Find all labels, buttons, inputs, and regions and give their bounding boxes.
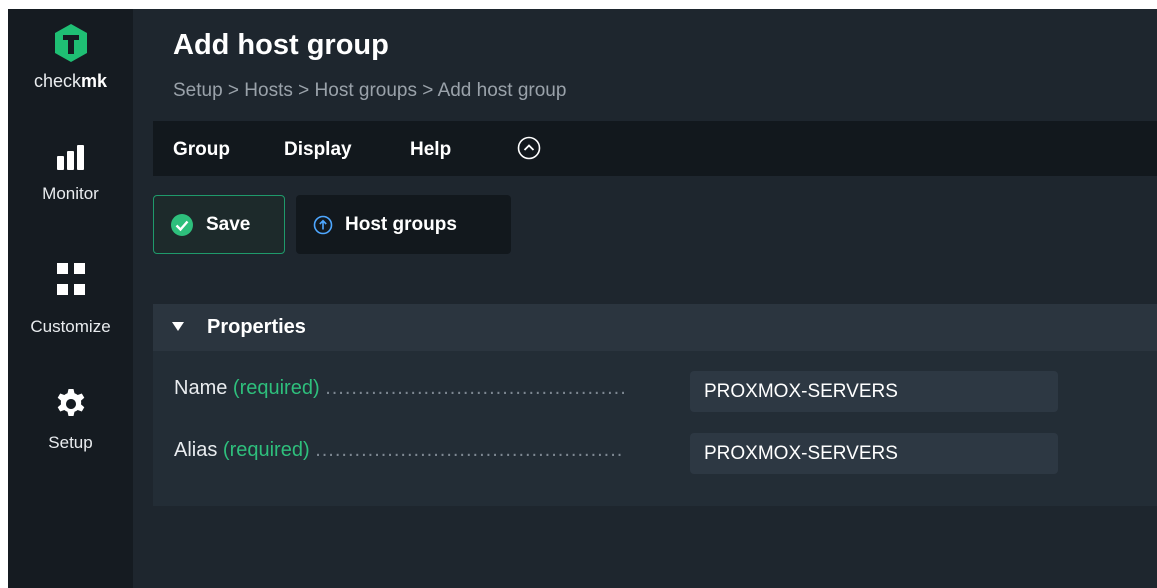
host-groups-button[interactable]: Host groups xyxy=(296,195,511,254)
properties-header[interactable]: Properties xyxy=(153,304,1157,351)
label-dots: ........................................… xyxy=(325,377,627,399)
alias-input[interactable] xyxy=(690,433,1058,474)
sidebar-item-label: Monitor xyxy=(42,184,99,203)
sidebar-item-setup[interactable]: Setup xyxy=(8,387,133,453)
breadcrumb: Setup > Hosts > Host groups > Add host g… xyxy=(173,80,567,101)
alias-field-label: Alias (required) .......................… xyxy=(174,439,624,461)
page-menu-bar: Group Display Help xyxy=(153,121,1157,176)
host-groups-button-label: Host groups xyxy=(345,213,457,235)
name-input[interactable] xyxy=(690,371,1058,412)
required-marker: (required) xyxy=(232,377,320,399)
menu-group[interactable]: Group xyxy=(173,139,230,161)
required-marker: (required) xyxy=(222,439,310,461)
gear-icon xyxy=(57,389,84,416)
chevron-up-circle-icon[interactable] xyxy=(517,136,541,160)
arrow-up-circle-icon xyxy=(313,215,333,234)
sidebar-item-customize[interactable]: Customize xyxy=(8,263,133,337)
sidebar: checkmk Monitor Customize Setup xyxy=(8,9,133,588)
save-button-label: Save xyxy=(206,213,251,235)
main-content: Add host group Setup > Hosts > Host grou… xyxy=(133,9,1157,588)
window-frame-top xyxy=(0,0,1157,9)
menu-help[interactable]: Help xyxy=(410,139,451,161)
window-frame-left xyxy=(0,0,8,588)
sidebar-item-label: Customize xyxy=(30,317,111,336)
collapse-triangle-icon xyxy=(172,322,184,331)
bar-chart-icon xyxy=(56,145,84,170)
sidebar-item-label: Setup xyxy=(48,433,93,452)
save-button[interactable]: Save xyxy=(153,195,285,254)
properties-section: Properties Name (required) .............… xyxy=(153,304,1157,506)
logo-text: checkmk xyxy=(33,71,108,91)
checkmk-logo[interactable]: checkmk xyxy=(8,23,133,92)
sidebar-item-monitor[interactable]: Monitor xyxy=(8,145,133,204)
name-field-label: Name (required) ........................… xyxy=(174,377,627,399)
checkmk-logo-icon xyxy=(54,24,87,62)
page-title: Add host group xyxy=(173,29,389,61)
menu-display[interactable]: Display xyxy=(284,139,352,161)
properties-title: Properties xyxy=(207,316,306,338)
grid-icon xyxy=(56,263,85,295)
check-circle-icon xyxy=(171,213,193,236)
label-dots: ........................................… xyxy=(315,439,624,461)
